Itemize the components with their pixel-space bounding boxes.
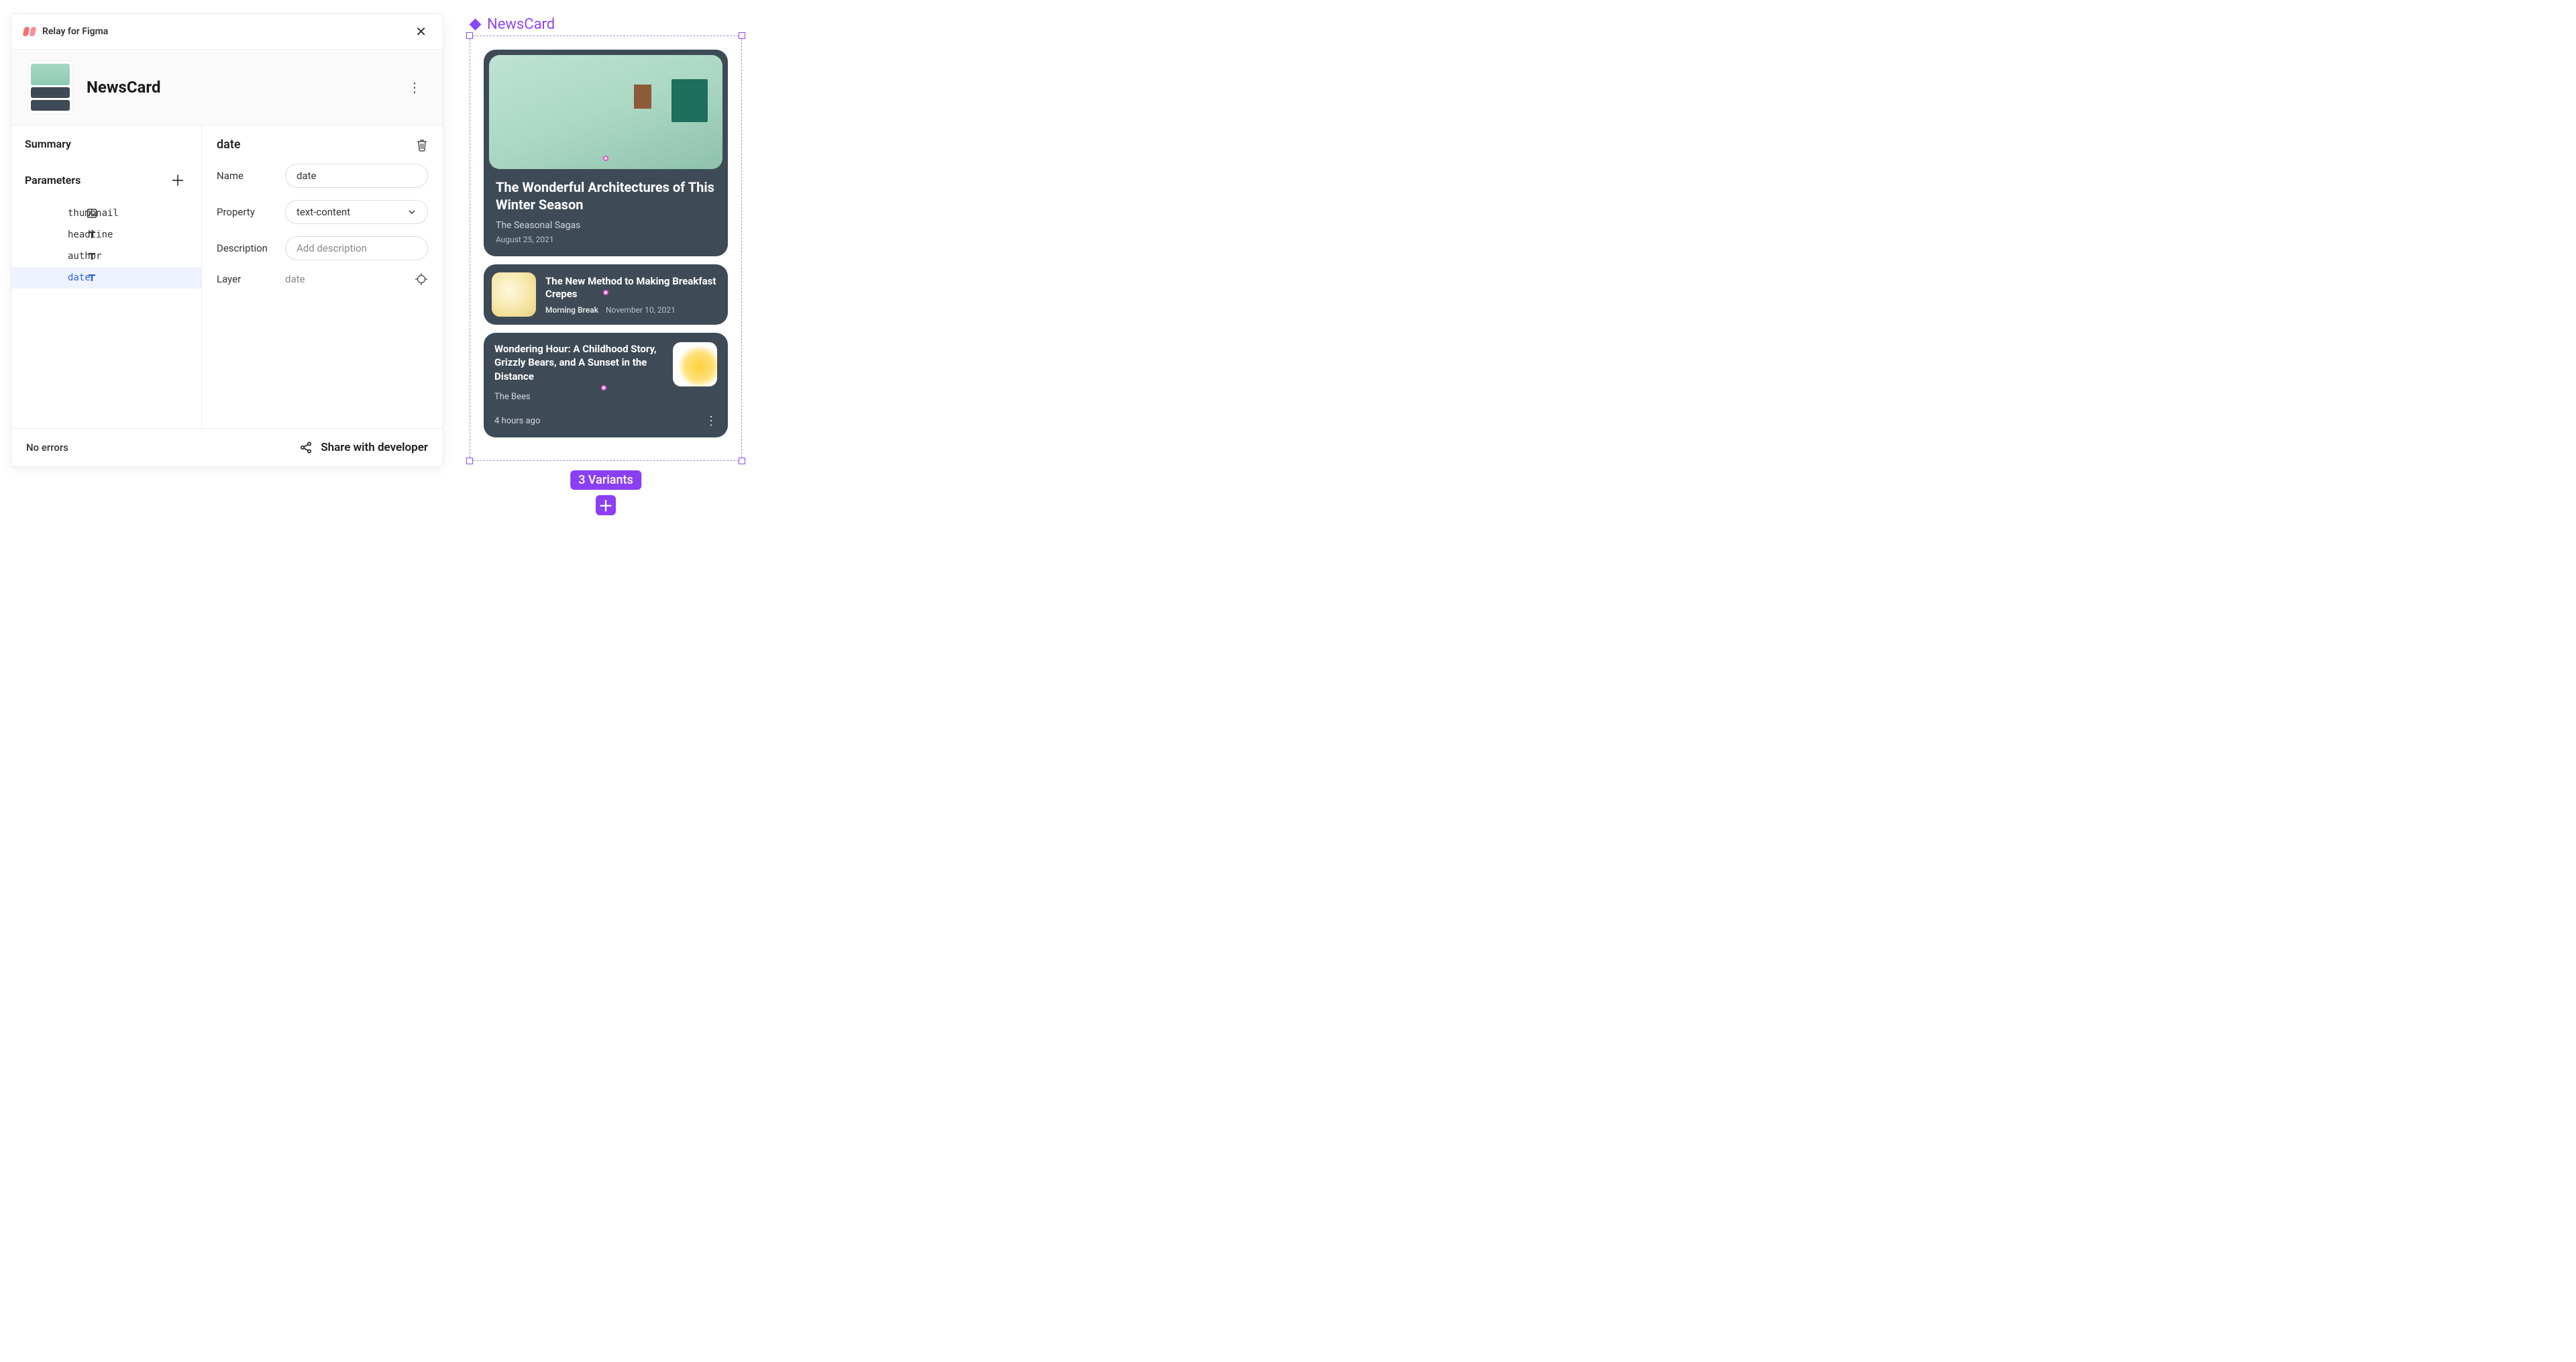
card-headline: The New Method to Making Breakfast Crepe… — [545, 275, 720, 301]
card-more-icon[interactable]: ⋮ — [705, 414, 717, 428]
resize-handle-tl[interactable] — [466, 32, 473, 39]
figma-canvas: NewsCard The Wonderful Architectures of … — [470, 16, 742, 461]
news-card-hero-variant[interactable]: The Wonderful Architectures of This Wint… — [484, 50, 728, 256]
relay-logo-icon — [23, 27, 36, 36]
selection-dot — [601, 385, 606, 390]
resize-handle-tr[interactable] — [739, 32, 745, 39]
relay-plugin-panel: Relay for Figma ✕ NewsCard ⋮ Summary Par… — [11, 13, 443, 467]
param-date[interactable]: date — [11, 267, 201, 289]
param-author[interactable]: author — [11, 246, 201, 267]
component-thumbnail — [28, 60, 73, 114]
component-set-icon — [470, 19, 482, 31]
name-input[interactable]: date — [285, 164, 428, 188]
card-date: 4 hours ago — [494, 416, 540, 426]
share-with-developer-button[interactable]: Share with developer — [299, 441, 428, 454]
property-select[interactable]: text-content — [285, 200, 428, 224]
param-headline[interactable]: headline — [11, 224, 201, 246]
description-input[interactable]: Add description — [285, 236, 428, 260]
share-icon — [299, 441, 313, 454]
layer-value: date — [285, 273, 305, 285]
detail-title: date — [217, 138, 240, 152]
card-headline: Wondering Hour: A Childhood Story, Grizz… — [494, 342, 663, 386]
delete-icon[interactable] — [416, 138, 428, 152]
card-date: August 25, 2021 — [496, 235, 716, 244]
parameters-section: Parameters — [25, 174, 80, 187]
chevron-down-icon — [407, 207, 417, 217]
component-set-label[interactable]: NewsCard — [470, 16, 742, 33]
component-set-frame[interactable]: The Wonderful Architectures of This Wint… — [470, 36, 742, 461]
component-header: NewsCard ⋮ — [11, 50, 443, 125]
close-icon[interactable]: ✕ — [411, 21, 431, 42]
card-author: Morning Break — [545, 305, 598, 315]
add-variant-button[interactable]: ＋ — [596, 495, 616, 515]
target-layer-icon[interactable] — [415, 272, 428, 286]
card-author: The Seasonal Sagas — [496, 220, 716, 231]
card-date: November 10, 2021 — [606, 305, 676, 315]
image-icon — [49, 208, 60, 219]
sidebar: Summary Parameters ＋ thumbnail headline — [11, 125, 202, 428]
component-name: NewsCard — [87, 78, 160, 97]
news-card-row-left-variant[interactable]: The New Method to Making Breakfast Crepe… — [484, 264, 728, 325]
news-card-row-right-variant[interactable]: Wondering Hour: A Childhood Story, Grizz… — [484, 333, 728, 437]
card-headline: The Wonderful Architectures of This Wint… — [496, 178, 716, 213]
property-label: Property — [217, 206, 274, 218]
card-thumbnail — [673, 342, 717, 386]
resize-handle-bl[interactable] — [466, 458, 473, 464]
parameter-detail: date Name date Property text-content — [202, 125, 443, 428]
resize-handle-br[interactable] — [739, 458, 745, 464]
card-thumbnail — [489, 55, 722, 169]
add-parameter-icon[interactable]: ＋ — [168, 166, 188, 193]
status-text: No errors — [26, 441, 68, 454]
text-icon — [49, 229, 60, 240]
summary-section[interactable]: Summary — [11, 138, 201, 160]
card-author: The Bees — [494, 392, 717, 402]
plugin-title: Relay for Figma — [42, 26, 108, 37]
selection-dot — [603, 290, 608, 295]
text-icon — [49, 251, 60, 262]
panel-content: Summary Parameters ＋ thumbnail headline — [11, 125, 443, 428]
param-thumbnail[interactable]: thumbnail — [11, 203, 201, 224]
variants-count-badge: 3 Variants — [570, 470, 641, 490]
parameter-list: thumbnail headline author — [11, 203, 201, 289]
card-thumbnail — [492, 272, 536, 317]
selection-dot — [603, 156, 608, 161]
panel-footer: No errors Share with developer — [11, 428, 443, 466]
layer-label: Layer — [217, 273, 274, 285]
more-menu-icon[interactable]: ⋮ — [402, 75, 427, 99]
description-label: Description — [217, 242, 274, 254]
text-icon — [49, 272, 60, 283]
name-label: Name — [217, 170, 274, 182]
plugin-titlebar: Relay for Figma ✕ — [11, 14, 443, 50]
